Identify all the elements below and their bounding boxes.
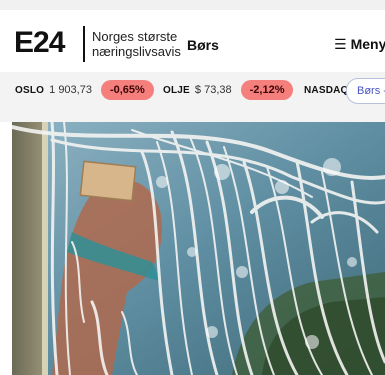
ticker-change-badge: -0,65% <box>100 80 154 100</box>
top-band <box>0 0 385 10</box>
separator-band <box>0 108 385 122</box>
ticker-label: OSLO <box>15 84 45 96</box>
logo-divider <box>83 26 85 62</box>
ticker-item-nasdaq[interactable]: NASDAQ <box>304 72 349 108</box>
site-tagline: Norges største næringslivsavis <box>92 29 181 59</box>
ticker-label: OLJE <box>163 84 190 96</box>
tagline-line-1: Norges største <box>92 29 178 44</box>
menu-button[interactable]: ☰ Meny <box>334 36 385 53</box>
window-washing-photo <box>12 122 385 375</box>
e24-logo[interactable]: E24 <box>14 28 65 58</box>
ticker-item-oslo[interactable]: OSLO 1 903,73 -0,65% <box>15 72 154 108</box>
section-link-bors[interactable]: Børs <box>187 37 219 53</box>
tagline-line-2: næringslivsavis <box>92 44 181 59</box>
ticker-value: 1 903,73 <box>49 84 92 96</box>
hero-image[interactable] <box>12 122 385 375</box>
bors-dropdown-button[interactable]: Børs - <box>346 78 385 104</box>
ticker-change-badge: -2,12% <box>240 80 294 100</box>
ticker-value: $ 73,38 <box>194 84 232 96</box>
site-header: E24 Norges største næringslivsavis Børs … <box>0 10 385 72</box>
ticker-label: NASDAQ <box>304 84 349 96</box>
hamburger-icon: ☰ <box>334 36 347 52</box>
menu-label: Meny <box>350 36 385 52</box>
market-ticker: OSLO 1 903,73 -0,65% OLJE $ 73,38 -2,12%… <box>0 72 385 108</box>
ticker-item-olje[interactable]: OLJE $ 73,38 -2,12% <box>163 72 294 108</box>
